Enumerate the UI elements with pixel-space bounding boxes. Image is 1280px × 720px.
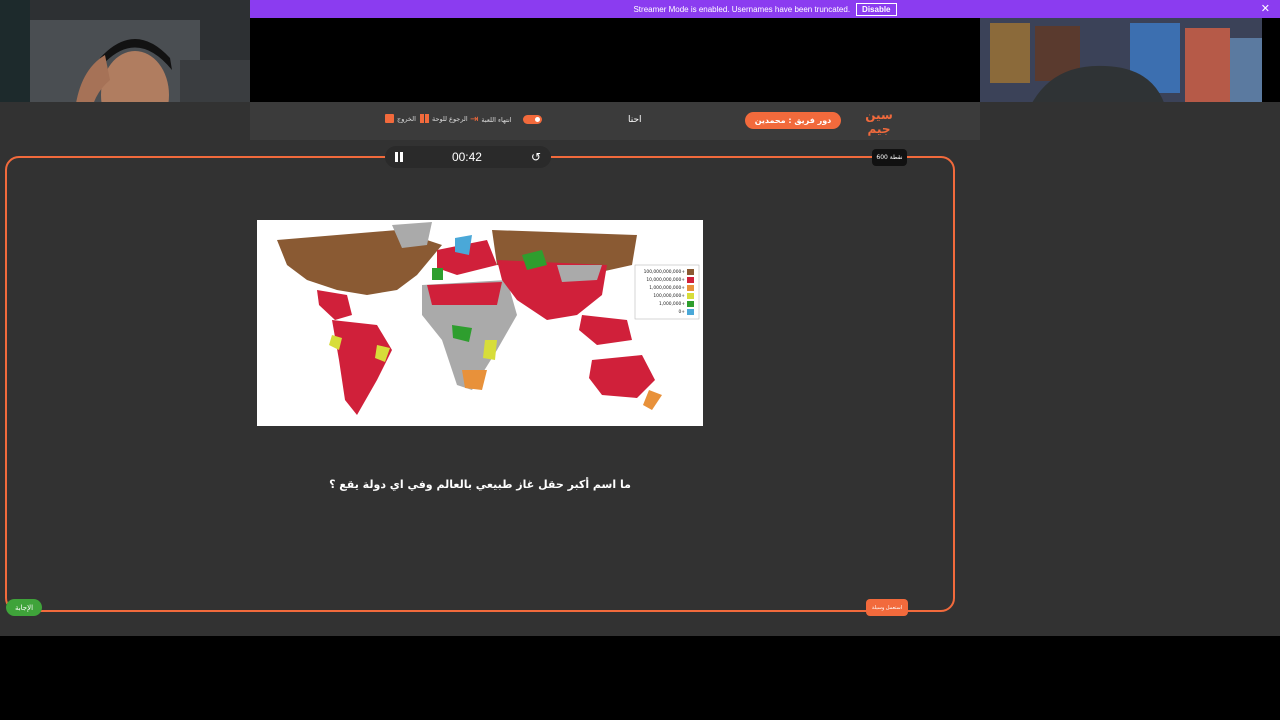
pause-icon[interactable] — [395, 152, 403, 162]
use-lifeline-button[interactable]: استعمل وسيلة — [866, 599, 908, 616]
turn-indicator: دور فريق : محمدين — [745, 112, 841, 129]
end-game-label: انتهاء اللعبة — [481, 115, 512, 124]
legend-label-5: 1,000,000+ — [659, 301, 685, 307]
game-logo: سين جيم — [862, 106, 896, 136]
game-area: الخروج الرجوع للوحة ⇥ انتهاء اللعبة احنا… — [0, 102, 1280, 636]
streamer-mode-banner: Streamer Mode is enabled. Usernames have… — [250, 0, 1280, 18]
legend-label-3: 1,000,000,000+ — [649, 285, 685, 291]
legend-label-2: 10,000,000,000+ — [646, 277, 685, 283]
end-game-button[interactable]: ⇥ انتهاء اللعبة — [470, 114, 542, 125]
logo-text-top: سين — [865, 108, 893, 122]
legend-label-6: 0+ — [679, 309, 686, 315]
logo-text-bottom: جيم — [868, 122, 891, 136]
exit-label: الخروج — [397, 114, 416, 123]
grid-icon — [420, 114, 429, 123]
exit-arrow-icon: ⇥ — [470, 114, 479, 125]
back-to-board-label: الرجوع للوحة — [432, 114, 468, 123]
legend-label-4: 100,000,000+ — [653, 293, 685, 299]
timer-value: 00:42 — [451, 150, 482, 164]
banner-text: Streamer Mode is enabled. Usernames have… — [633, 4, 851, 14]
disable-streamer-mode-button[interactable]: Disable — [856, 2, 897, 16]
exit-icon — [385, 114, 394, 123]
reset-icon[interactable]: ↺ — [531, 150, 541, 164]
team-name: احنا — [628, 115, 642, 125]
points-badge: 600 نقطة — [872, 149, 907, 166]
question-image-map: 100,000,000,000+ 10,000,000,000+ 1,000,0… — [257, 220, 703, 426]
close-icon[interactable]: ✕ — [1261, 2, 1270, 15]
legend-label-1: 100,000,000,000+ — [644, 269, 686, 275]
answer-button[interactable]: الإجابة — [6, 599, 42, 616]
question-text: ما اسم أكبر حقل غاز طبيعي بالعالم وفي اي… — [329, 478, 631, 491]
timer: 00:42 ↺ — [385, 146, 551, 168]
map-legend: 100,000,000,000+ 10,000,000,000+ 1,000,0… — [634, 264, 700, 320]
game-header: الخروج الرجوع للوحة ⇥ انتهاء اللعبة احنا… — [250, 102, 980, 140]
toggle-switch[interactable] — [522, 115, 542, 124]
exit-button[interactable]: الخروج — [385, 114, 416, 123]
back-to-board-button[interactable]: الرجوع للوحة — [420, 114, 468, 123]
